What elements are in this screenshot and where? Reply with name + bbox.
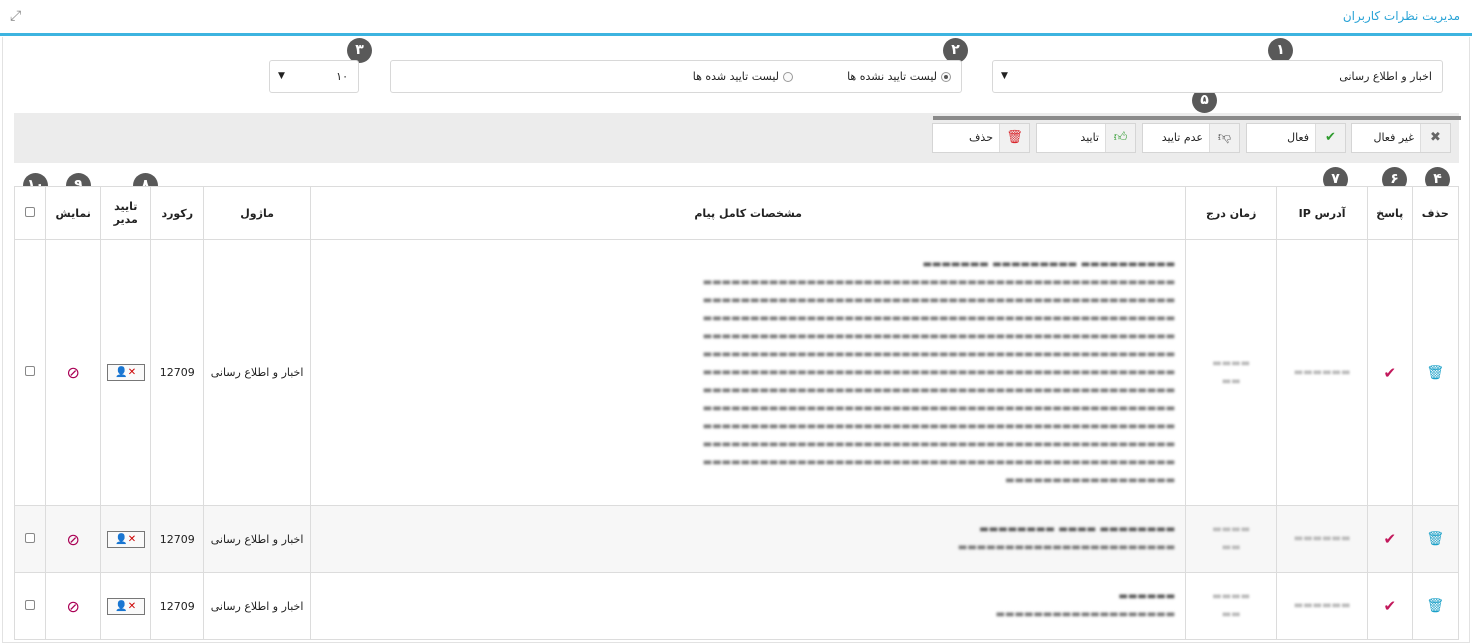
module-select-value: اخبار و اطلاع رسانی [1339,70,1432,83]
row-message: ▬▬▬▬▬▬ ▬▬▬▬▬▬▬▬▬▬▬▬▬▬▬▬▬▬▬ [310,572,1187,640]
col-delete: حذف [1411,186,1460,240]
row-message: ▬▬▬▬▬▬▬▬ ▬▬▬▬ ▬▬▬▬▬▬▬▬ ▬▬▬▬▬▬▬▬▬▬▬▬▬▬▬▬▬… [310,505,1187,573]
reject-label: عدم تایید [1161,131,1203,144]
row-reply[interactable]: ✔ [1367,239,1413,506]
expand-icon[interactable]: ⤢ [10,8,26,24]
table-row: 🗑︎ ✔ ▬▬▬▬▬▬ ▬▬▬▬ ▬▬ ▬▬▬▬▬▬▬▬ ▬▬▬▬ ▬▬▬▬▬▬▬… [13,505,1460,573]
col-admin-approve: تایید مدیر [99,186,152,240]
col-record: رکورد [150,186,205,240]
check-icon: ✔ [1315,124,1345,152]
comments-table: حذف پاسخ آدرس IP زمان درج مشخصات کامل پی… [13,186,1460,640]
chevron-down-icon: ▼ [1001,71,1008,81]
row-date: ▬▬▬▬ ▬▬ [1185,505,1278,573]
row-date: ▬▬▬▬ ▬▬ [1185,572,1278,640]
row-show[interactable]: ⊘ [45,239,101,506]
table-row: 🗑︎ ✔ ▬▬▬▬▬▬ ▬▬▬▬ ▬▬ ▬▬▬▬▬▬ ▬▬▬▬▬▬▬▬▬▬▬▬▬▬… [13,572,1460,640]
action-toolbar: ✖ غیر فعال ✔ فعال 👎︎ عدم تایید 👍︎ تایید … [14,113,1461,163]
row-message: ▬▬▬▬▬▬▬▬▬▬ ▬▬▬▬▬▬▬▬▬ ▬▬▬▬▬▬▬ ▬▬▬▬▬▬▬▬▬▬▬… [310,239,1187,506]
thumbs-up-icon: 👍︎ [1105,124,1135,152]
row-module: اخبار و اطلاع رسانی [203,239,312,506]
page-title: مدیریت نظرات کاربران [1342,9,1460,23]
trash-icon[interactable]: 🗑︎ [1426,365,1444,381]
reply-check-icon[interactable]: ✔ [1384,364,1397,382]
row-delete[interactable]: 🗑︎ [1411,505,1460,573]
col-date: زمان درج [1185,186,1278,240]
radio-dot-icon [783,72,793,82]
trash-icon[interactable]: 🗑︎ [1426,531,1444,547]
row-checkbox[interactable] [25,366,36,376]
col-ip: آدرس IP [1276,186,1369,240]
deactivate-label: غیر فعال [1373,131,1414,144]
row-show[interactable]: ⊘ [45,572,101,640]
admin-approve-icon[interactable]: 👤✕ [106,530,145,548]
deactivate-button[interactable]: ✖ غیر فعال [1351,123,1451,153]
message-content: ▬▬▬▬▬▬ ▬▬▬▬▬▬▬▬▬▬▬▬▬▬▬▬▬▬▬ [995,591,1176,620]
row-checkbox[interactable] [25,599,36,610]
row-select[interactable] [13,505,47,573]
row-ip: ▬▬▬▬▬▬ [1276,505,1369,573]
row-record: 12709 [150,239,205,506]
eye-hidden-icon[interactable]: ⊘ [66,597,79,616]
row-record: 12709 [150,572,205,640]
row-select[interactable] [13,572,47,640]
row-reply[interactable]: ✔ [1367,572,1413,640]
thumbs-down-icon: 👎︎ [1209,124,1239,152]
radio-unapproved-label: لیست تایید نشده ها [847,70,937,83]
delete-label: حذف [969,131,993,144]
page-size-value: ۱۰ [336,70,348,83]
module-select[interactable]: اخبار و اطلاع رسانی ▼ [992,60,1443,93]
row-admin-approve[interactable]: 👤✕ [99,505,152,573]
row-select[interactable] [13,239,47,506]
col-message: مشخصات کامل پیام [310,186,1187,240]
radio-unapproved[interactable]: لیست تایید نشده ها [847,70,951,83]
row-ip: ▬▬▬▬▬▬ [1276,572,1369,640]
toolbar-divider [933,116,1461,120]
admin-approve-icon[interactable]: 👤✕ [106,597,145,615]
row-ip: ▬▬▬▬▬▬ [1276,239,1369,506]
delete-button[interactable]: 🗑︎ حذف [932,123,1030,153]
trash-icon[interactable]: 🗑︎ [1426,598,1444,614]
approve-label: تایید [1080,131,1099,144]
row-record: 12709 [150,505,205,573]
reject-button[interactable]: 👎︎ عدم تایید [1142,123,1240,153]
close-icon: ✖ [1420,124,1450,152]
page-size-select[interactable]: ۱۰ ▼ [269,60,359,93]
row-checkbox[interactable] [25,532,36,543]
eye-hidden-icon[interactable]: ⊘ [66,363,79,382]
approval-filter: لیست تایید نشده ها لیست تایید شده ها [390,60,962,93]
radio-approved[interactable]: لیست تایید شده ها [693,70,793,83]
col-show: نمایش [45,186,101,240]
trash-icon: 🗑︎ [999,124,1029,152]
row-delete[interactable]: 🗑︎ [1411,572,1460,640]
row-delete[interactable]: 🗑︎ [1411,239,1460,506]
row-module: اخبار و اطلاع رسانی [203,572,312,640]
col-select-all[interactable] [13,186,47,240]
row-show[interactable]: ⊘ [45,505,101,573]
approve-button[interactable]: 👍︎ تایید [1036,123,1136,153]
radio-approved-label: لیست تایید شده ها [692,70,779,83]
row-admin-approve[interactable]: 👤✕ [99,239,152,506]
col-module: ماژول [203,186,312,240]
row-admin-approve[interactable]: 👤✕ [99,572,152,640]
row-date: ▬▬▬▬ ▬▬ [1185,239,1278,506]
radio-dot-icon [941,72,951,82]
admin-approve-icon[interactable]: 👤✕ [106,364,145,381]
chevron-down-icon: ▼ [278,71,285,81]
activate-button[interactable]: ✔ فعال [1246,123,1346,153]
reply-check-icon[interactable]: ✔ [1384,597,1397,615]
row-reply[interactable]: ✔ [1367,505,1413,573]
message-content: ▬▬▬▬▬▬▬▬ ▬▬▬▬ ▬▬▬▬▬▬▬▬ ▬▬▬▬▬▬▬▬▬▬▬▬▬▬▬▬▬… [957,524,1176,553]
select-all-checkbox[interactable] [25,206,36,217]
activate-label: فعال [1287,131,1309,144]
message-content: ▬▬▬▬▬▬▬▬▬▬ ▬▬▬▬▬▬▬▬▬ ▬▬▬▬▬▬▬ ▬▬▬▬▬▬▬▬▬▬▬… [702,258,1176,486]
col-reply: پاسخ [1367,186,1413,240]
table-row: 🗑︎ ✔ ▬▬▬▬▬▬ ▬▬▬▬ ▬▬ ▬▬▬▬▬▬▬▬▬▬ ▬▬▬▬▬▬▬▬▬ … [13,239,1460,506]
row-module: اخبار و اطلاع رسانی [203,505,312,573]
page-header: مدیریت نظرات کاربران ⤢ [0,0,1472,36]
eye-hidden-icon[interactable]: ⊘ [66,530,79,549]
reply-check-icon[interactable]: ✔ [1384,530,1397,548]
